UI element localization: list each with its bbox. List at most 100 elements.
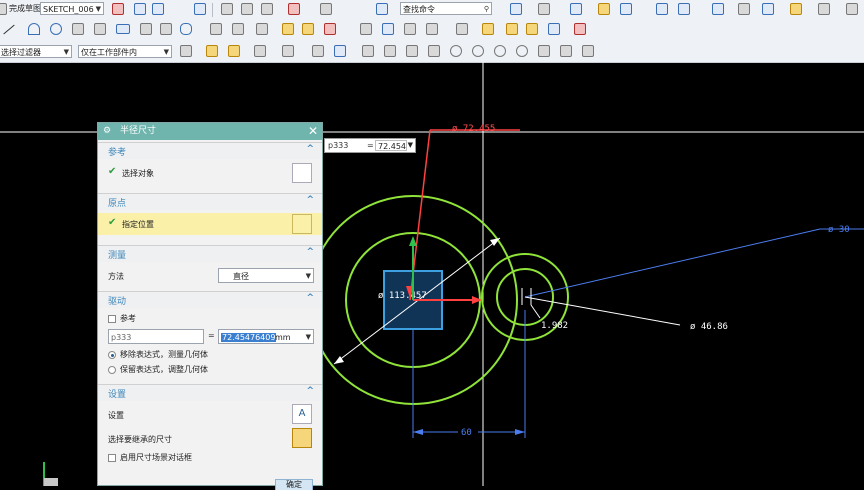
onscreen-value-input[interactable]: 72.454 (375, 140, 407, 151)
value-field[interactable]: 72.45476409 mm ▼ (218, 329, 314, 344)
onscreen-dimension-input[interactable]: p333 = 72.454 ▼ (324, 138, 416, 153)
finish-sketch-icon[interactable] (0, 3, 7, 15)
mirror-curve-icon[interactable] (302, 23, 314, 35)
point-on-surface-icon[interactable] (560, 45, 572, 57)
measure-icon[interactable] (790, 3, 802, 15)
more-icon[interactable] (846, 3, 858, 15)
selection-scope-dropdown[interactable]: 仅在工作部件内 ▼ (78, 45, 172, 58)
chevron-up-icon[interactable]: ^ (306, 247, 314, 257)
rectangle-select-icon[interactable] (282, 45, 294, 57)
dim-horizontal-60[interactable]: 60 (461, 428, 472, 438)
close-icon[interactable]: ✕ (308, 123, 318, 139)
make-corner-icon[interactable] (256, 23, 268, 35)
end-point-icon[interactable] (362, 45, 374, 57)
select-curve-icon[interactable] (292, 163, 312, 183)
section-header-settings[interactable]: 设置 ^ (98, 384, 322, 401)
mid-point-icon[interactable] (384, 45, 396, 57)
show-icon[interactable] (762, 3, 774, 15)
chevron-down-icon[interactable]: ▼ (306, 330, 311, 343)
rectangle-tool-icon[interactable] (116, 24, 130, 34)
chevron-down-icon[interactable]: ▼ (96, 3, 101, 14)
value-input[interactable]: 72.45476409 (221, 333, 277, 342)
existing-point-icon[interactable] (516, 45, 528, 57)
inferred-constraints-icon[interactable] (548, 23, 560, 35)
solid-icon[interactable] (312, 45, 324, 57)
continuous-dimension-icon[interactable] (574, 23, 586, 35)
text-settings-icon[interactable]: A (292, 404, 312, 424)
bounded-grid-point-icon[interactable] (582, 45, 594, 57)
section-header-measurement[interactable]: 测量 ^ (98, 245, 322, 262)
fillet-tool-icon[interactable] (72, 23, 84, 35)
dim-radial-1982[interactable]: 1.982 (541, 321, 568, 331)
body-icon[interactable] (334, 45, 346, 57)
dim-diameter-active[interactable]: ø 72.455 (452, 124, 495, 134)
type-filter-dropdown[interactable]: 选择过滤器 ▼ (0, 45, 72, 58)
trim-tool-icon[interactable] (210, 23, 222, 35)
hide-icon[interactable] (738, 3, 750, 15)
arc-center-icon[interactable] (450, 45, 462, 57)
chevron-up-icon[interactable]: ^ (306, 195, 314, 205)
analysis-icon[interactable] (818, 3, 830, 15)
offset-curve-icon[interactable] (282, 23, 294, 35)
inherit-dimension-icon[interactable] (292, 428, 312, 448)
ellipse-tool-icon[interactable] (180, 23, 192, 35)
section-header-driving[interactable]: 驱动 ^ (98, 291, 322, 308)
save-icon[interactable] (194, 3, 206, 15)
update-model-icon[interactable] (152, 3, 164, 15)
sketch-name-dropdown[interactable]: SKETCH_006 ▼ (40, 2, 104, 15)
circle-tool-icon[interactable] (50, 23, 62, 35)
method-dropdown[interactable]: 直径 ▼ (218, 268, 314, 283)
line-tool-icon[interactable] (3, 24, 15, 35)
chevron-down-icon[interactable]: ▼ (408, 139, 413, 152)
copy-icon[interactable] (241, 3, 253, 15)
search-icon[interactable]: ⚲ (484, 3, 489, 14)
dialog-titlebar[interactable]: ⚙ 半径尺寸 ✕ (98, 123, 322, 140)
view-cube-icon[interactable] (134, 3, 146, 15)
shaded-icon[interactable] (570, 3, 582, 15)
orient-icon[interactable] (656, 3, 668, 15)
make-symmetric-icon[interactable] (426, 23, 438, 35)
pattern-curve-icon[interactable] (324, 23, 336, 35)
polygon-tool-icon[interactable] (140, 23, 152, 35)
location-icon[interactable] (292, 214, 312, 234)
move-icon[interactable] (221, 3, 233, 15)
redo-icon[interactable] (320, 3, 332, 15)
specify-location-row[interactable]: ✔ 指定位置 (98, 213, 322, 235)
keep-expression-radio[interactable] (108, 366, 116, 374)
arc-tool-icon[interactable] (28, 23, 40, 35)
dim-diameter-30[interactable]: ø 30 (828, 225, 850, 235)
tangent-point-icon[interactable] (494, 45, 506, 57)
window-icon[interactable] (376, 3, 388, 15)
command-search-input[interactable]: 查找命令 (403, 5, 435, 14)
undo-icon[interactable] (288, 3, 300, 15)
filter-icon[interactable] (180, 45, 192, 57)
fit-icon[interactable] (678, 3, 690, 15)
layer-icon[interactable] (510, 3, 522, 15)
point-on-curve-icon[interactable] (538, 45, 550, 57)
alternate-solution-icon[interactable] (506, 23, 518, 35)
select-all-icon[interactable] (206, 45, 218, 57)
sketch-tool-icon[interactable] (112, 3, 124, 15)
finish-sketch-button[interactable]: 完成草图 (9, 3, 41, 14)
quadrant-point-icon[interactable] (472, 45, 484, 57)
quick-dimension-icon[interactable] (360, 23, 372, 35)
chevron-down-icon[interactable]: ▼ (164, 46, 169, 57)
command-search[interactable]: 查找命令 ⚲ (400, 2, 492, 15)
control-point-icon[interactable] (406, 45, 418, 57)
edge-icon[interactable] (598, 3, 610, 15)
auto-constrain-icon[interactable] (456, 23, 468, 35)
chevron-up-icon[interactable]: ^ (306, 293, 314, 303)
face-icon[interactable] (620, 3, 632, 15)
chevron-down-icon[interactable]: ▼ (306, 269, 311, 282)
point-tool-icon[interactable] (160, 23, 172, 35)
paste-icon[interactable] (261, 3, 273, 15)
geometric-constraint-icon[interactable] (382, 23, 394, 35)
reference-checkbox[interactable] (108, 315, 116, 323)
render-icon[interactable] (538, 3, 550, 15)
chamfer-tool-icon[interactable] (94, 23, 106, 35)
extend-tool-icon[interactable] (232, 23, 244, 35)
select-object-row[interactable]: ✔ 选择对象 (98, 162, 322, 184)
chevron-down-icon[interactable]: ▼ (64, 46, 69, 57)
relations-browser-icon[interactable] (482, 23, 494, 35)
ok-button[interactable]: 确定 (275, 479, 313, 490)
